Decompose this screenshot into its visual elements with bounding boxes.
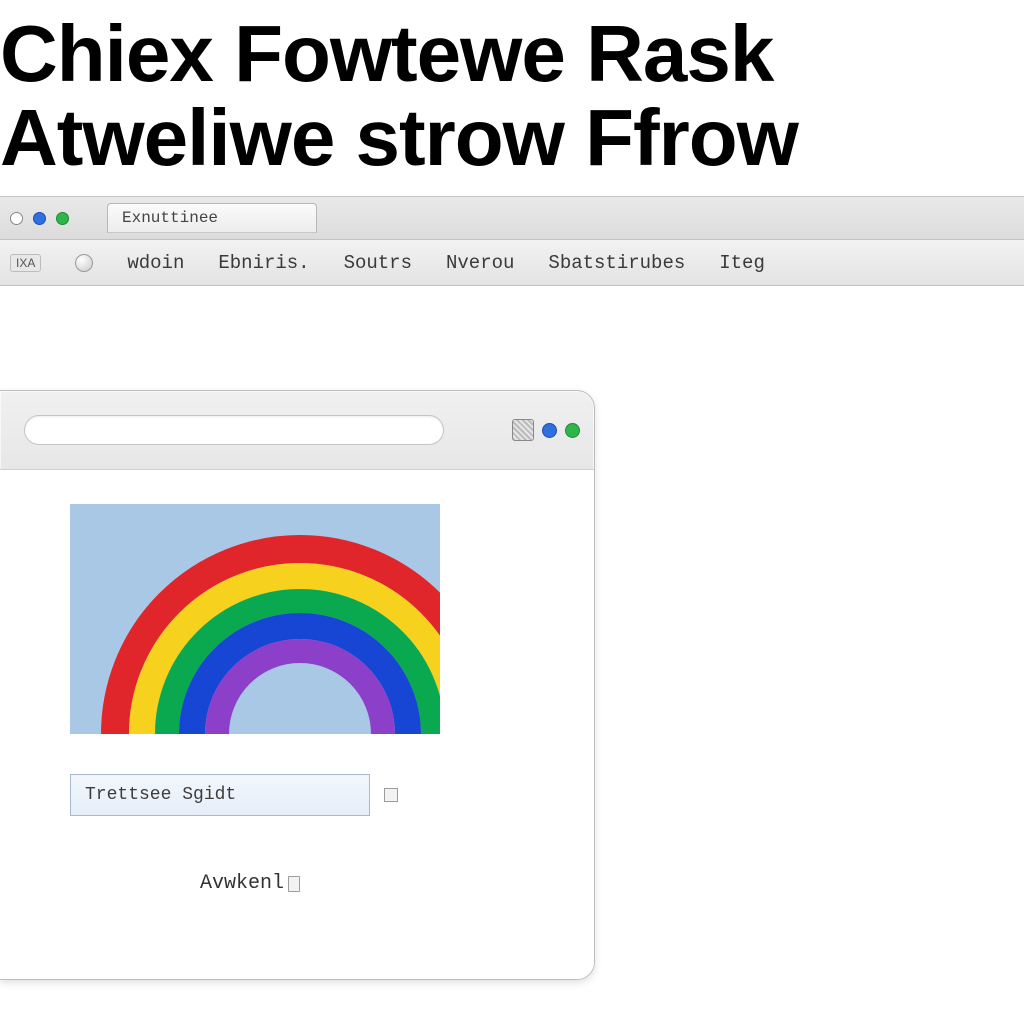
rainbow-image bbox=[70, 504, 440, 734]
address-field[interactable] bbox=[24, 415, 444, 445]
menu-item-2[interactable]: Soutrs bbox=[344, 252, 412, 274]
menu-item-5[interactable]: Iteg bbox=[719, 252, 765, 274]
bottom-label-text: Avwkenl bbox=[200, 872, 284, 895]
browser-tab[interactable]: Exnuttinee bbox=[107, 203, 317, 233]
inner-dot-green-icon[interactable] bbox=[565, 423, 580, 438]
grid-icon[interactable] bbox=[512, 419, 534, 441]
bottom-label: Avwkenl bbox=[70, 872, 554, 895]
heading-line-2: Atweliwe strow Ffrow bbox=[0, 96, 1024, 180]
inner-window: Trettsee Sgidt Avwkenl bbox=[0, 390, 595, 980]
tab-strip: Exnuttinee bbox=[0, 196, 1024, 240]
menu-bar: IXA wdoin Ebniris. Soutrs Nverou Sbatsti… bbox=[0, 240, 1024, 286]
browser-tab-label: Exnuttinee bbox=[122, 209, 218, 227]
page-icon bbox=[288, 876, 300, 892]
text-input[interactable]: Trettsee Sgidt bbox=[70, 774, 370, 816]
window-dot-blue-icon[interactable] bbox=[33, 212, 46, 225]
window-dot-blank-icon[interactable] bbox=[10, 212, 23, 225]
rainbow-icon bbox=[100, 534, 440, 734]
menu-item-3[interactable]: Nverou bbox=[446, 252, 514, 274]
menu-badge: IXA bbox=[10, 254, 41, 272]
menu-item-4[interactable]: Sbatstirubes bbox=[548, 252, 685, 274]
inner-titlebar bbox=[0, 391, 594, 469]
globe-icon[interactable] bbox=[75, 254, 93, 272]
heading-line-1: Chiex Fowtewe Rask bbox=[0, 12, 1024, 96]
inner-dot-blue-icon[interactable] bbox=[542, 423, 557, 438]
menu-item-1[interactable]: Ebniris. bbox=[218, 252, 309, 274]
inner-content: Trettsee Sgidt Avwkenl bbox=[0, 469, 594, 979]
menu-item-0[interactable]: wdoin bbox=[127, 252, 184, 274]
text-input-value: Trettsee Sgidt bbox=[85, 785, 236, 805]
outer-toolbar-group: Exnuttinee IXA wdoin Ebniris. Soutrs Nve… bbox=[0, 196, 1024, 286]
window-dot-green-icon[interactable] bbox=[56, 212, 69, 225]
checkbox-icon[interactable] bbox=[384, 788, 398, 802]
